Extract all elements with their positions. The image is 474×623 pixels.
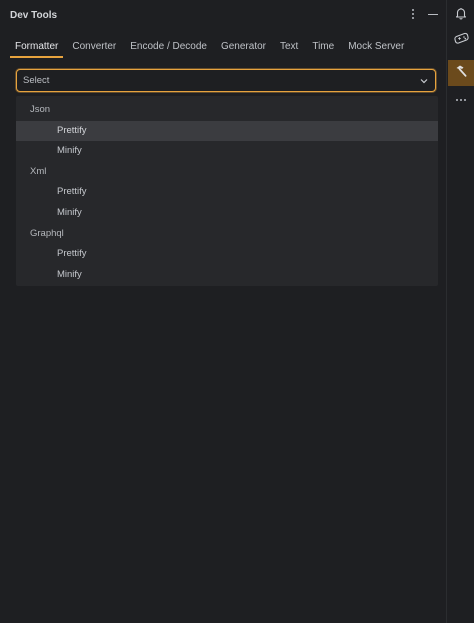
option-xml-prettify[interactable]: Prettify bbox=[16, 182, 438, 203]
plugin-button[interactable] bbox=[448, 27, 474, 53]
tab-encode-decode[interactable]: Encode / Decode bbox=[123, 30, 214, 58]
option-json-minify[interactable]: Minify bbox=[16, 141, 438, 162]
title-actions bbox=[408, 8, 438, 20]
tab-mock-server[interactable]: Mock Server bbox=[341, 30, 411, 58]
dev-tools-window: Dev Tools Formatter Converter Encode / D… bbox=[0, 0, 474, 623]
tab-formatter[interactable]: Formatter bbox=[8, 30, 65, 58]
panel-titlebar: Dev Tools bbox=[0, 0, 446, 30]
more-options-icon[interactable] bbox=[408, 8, 418, 20]
game-controller-icon bbox=[453, 31, 469, 50]
select-dropdown-menu: Json Prettify Minify Xml Prettify Minify… bbox=[16, 96, 438, 286]
group-label-graphql: Graphql bbox=[30, 227, 64, 239]
option-json-prettify[interactable]: Prettify bbox=[16, 120, 438, 142]
option-graphql-prettify[interactable]: Prettify bbox=[16, 244, 438, 265]
dev-tools-panel: Dev Tools Formatter Converter Encode / D… bbox=[0, 0, 447, 623]
option-graphql-minify[interactable]: Minify bbox=[16, 265, 438, 286]
option-xml-minify[interactable]: Minify bbox=[16, 203, 438, 224]
notifications-button[interactable] bbox=[448, 2, 474, 28]
tab-text[interactable]: Text bbox=[273, 30, 305, 58]
select-value: Select bbox=[23, 75, 50, 86]
tool-window-strip bbox=[448, 0, 474, 623]
minimize-icon[interactable] bbox=[428, 8, 438, 20]
select-wrapper: Select bbox=[0, 58, 446, 92]
panel-title: Dev Tools bbox=[10, 9, 58, 21]
hammer-icon bbox=[454, 64, 468, 83]
dev-tools-tool-button[interactable] bbox=[448, 60, 474, 86]
tab-converter[interactable]: Converter bbox=[65, 30, 123, 58]
chevron-down-icon bbox=[419, 76, 429, 86]
more-tools-button[interactable] bbox=[448, 87, 474, 113]
group-label-xml: Xml bbox=[30, 165, 47, 177]
more-horizontal-icon bbox=[456, 99, 466, 101]
tab-generator[interactable]: Generator bbox=[214, 30, 273, 58]
group-label-json: Json bbox=[30, 104, 51, 115]
tab-time[interactable]: Time bbox=[305, 30, 341, 58]
formatter-select[interactable]: Select bbox=[16, 69, 436, 92]
bell-icon bbox=[454, 6, 468, 25]
tool-tabs: Formatter Converter Encode / Decode Gene… bbox=[0, 30, 446, 58]
